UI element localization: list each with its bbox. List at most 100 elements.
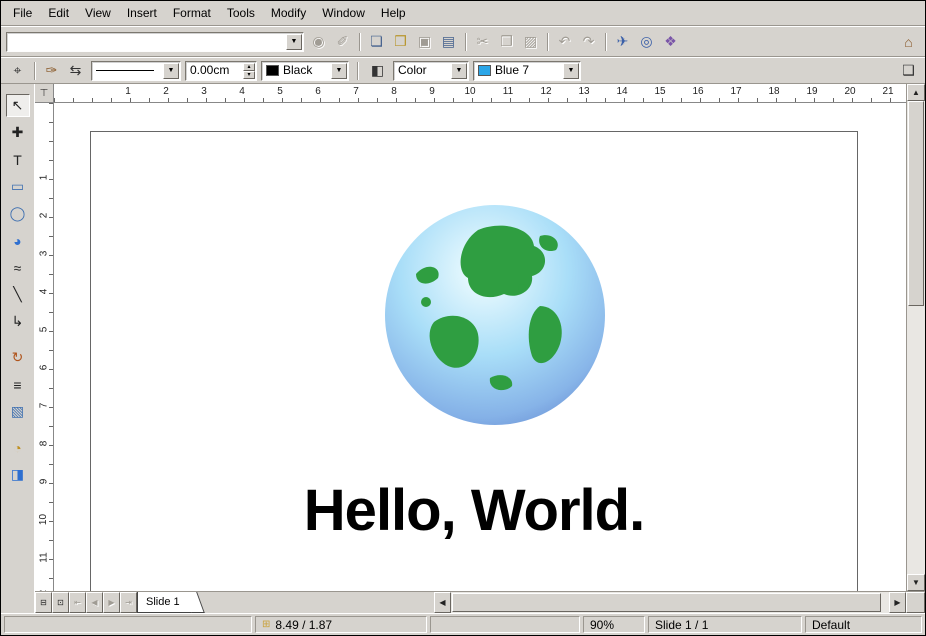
line-style-combo[interactable]: ▼ xyxy=(91,61,181,81)
line-style-preview xyxy=(96,70,154,71)
url-combo-value[interactable] xyxy=(7,33,285,51)
insert-tool[interactable]: ◔ xyxy=(6,436,30,459)
horizontal-scrollbar[interactable]: ◀ ▶ xyxy=(434,592,906,613)
line-icon[interactable]: ✑ xyxy=(40,60,63,82)
threed-objects-tool[interactable]: ◕ xyxy=(6,229,30,252)
status-position-value: 8.49 / 1.87 xyxy=(275,618,332,632)
menu-item-help[interactable]: Help xyxy=(373,3,414,23)
url-combo-dropdown-icon[interactable]: ▼ xyxy=(286,34,302,50)
scroll-left-icon[interactable]: ◀ xyxy=(434,592,451,613)
menu-item-edit[interactable]: Edit xyxy=(40,3,77,23)
ruler-number: 5 xyxy=(261,84,299,102)
split-view-horizontal-icon[interactable]: ⊟ xyxy=(35,592,52,613)
edit-points-tool[interactable]: ✚ xyxy=(6,121,30,144)
status-info-field xyxy=(4,616,252,633)
menu-item-format[interactable]: Format xyxy=(165,3,219,23)
scroll-up-icon[interactable]: ▲ xyxy=(907,84,925,101)
copy-icon: ❐ xyxy=(495,31,518,53)
split-view-vertical-icon[interactable]: ⊡ xyxy=(52,592,69,613)
new-document-icon[interactable]: ❏ xyxy=(365,31,388,53)
menu-item-modify[interactable]: Modify xyxy=(263,3,314,23)
gallery-icon[interactable]: ❖ xyxy=(659,31,682,53)
menu-item-file[interactable]: File xyxy=(5,3,40,23)
area-color-value: Blue 7 xyxy=(495,62,529,79)
select-tool[interactable]: ↖ xyxy=(6,94,30,117)
ellipse-tool[interactable]: ◯ xyxy=(6,202,30,225)
status-slide-field[interactable]: Slide 1 / 1 xyxy=(648,616,802,633)
edit-file-icon: ✐ xyxy=(331,31,354,53)
line-style-dropdown-icon[interactable]: ▼ xyxy=(163,63,179,79)
open-icon[interactable]: ❒ xyxy=(389,31,412,53)
line-width-input[interactable]: 0.00cm ▴ ▾ xyxy=(185,61,257,81)
slide-title-text[interactable]: Hello, World. xyxy=(90,477,858,544)
horizontal-scroll-thumb[interactable] xyxy=(452,593,881,612)
ruler-number: 3 xyxy=(185,84,223,102)
vertical-scrollbar[interactable]: ▲ ▼ xyxy=(906,84,925,591)
scroll-down-icon[interactable]: ▼ xyxy=(907,574,925,591)
home-icon[interactable]: ⌂ xyxy=(897,31,920,53)
slide-tab-bar: ⊟⊡ ⇤◀▶⇥ Slide 1 ◀ ▶ xyxy=(35,591,925,613)
area-style-icon[interactable]: ◧ xyxy=(366,60,389,82)
tab-slide-1[interactable]: Slide 1 xyxy=(137,592,196,613)
ruler-number: 7 xyxy=(337,84,375,102)
area-style-combo[interactable]: Color ▼ xyxy=(393,61,469,81)
arrow-style-icon[interactable]: ⇆ xyxy=(64,60,87,82)
menu-item-tools[interactable]: Tools xyxy=(219,3,263,23)
menu-item-insert[interactable]: Insert xyxy=(119,3,165,23)
status-bar: ⊞ 8.49 / 1.87 90% Slide 1 / 1 Default xyxy=(1,613,925,635)
status-zoom-field[interactable]: 90% xyxy=(583,616,645,633)
next-slide-icon: ▶ xyxy=(103,592,120,613)
connector-tool[interactable]: ↳ xyxy=(6,310,30,333)
separator xyxy=(353,60,362,82)
line-color-dropdown-icon[interactable]: ▼ xyxy=(331,63,347,79)
line-color-combo[interactable]: Black ▼ xyxy=(261,61,349,81)
line-width-value[interactable]: 0.00cm xyxy=(186,62,242,80)
horizontal-ruler[interactable]: 123456789101112131415161718192021 xyxy=(54,84,906,103)
vertical-scroll-thumb[interactable] xyxy=(908,101,924,306)
horizontal-scroll-track[interactable] xyxy=(451,592,889,613)
scrollbar-corner xyxy=(906,592,925,613)
vertical-ruler[interactable]: 123456789101112 xyxy=(35,103,54,591)
scroll-right-icon[interactable]: ▶ xyxy=(889,592,906,613)
text-tool[interactable]: T xyxy=(6,148,30,171)
slide-canvas[interactable]: Hello, World. xyxy=(54,103,906,591)
separator xyxy=(601,31,610,53)
edit-points-icon[interactable]: ⌖ xyxy=(6,60,29,82)
rectangle-tool[interactable]: ▭ xyxy=(6,175,30,198)
url-combo[interactable]: ▼ xyxy=(6,32,304,52)
status-position-field[interactable]: ⊞ 8.49 / 1.87 xyxy=(255,616,427,633)
print-icon[interactable]: ▤ xyxy=(437,31,460,53)
curve-tool[interactable]: ≈ xyxy=(6,256,30,279)
globe-image[interactable] xyxy=(382,202,608,428)
alignment-tool[interactable]: ≡ xyxy=(6,373,30,396)
line-width-up-icon[interactable]: ▴ xyxy=(243,63,255,71)
vertical-scroll-track[interactable] xyxy=(907,101,925,574)
ruler-number: 13 xyxy=(565,84,603,102)
ruler-number: 10 xyxy=(35,500,53,538)
drawing-toolbox: ↖ ✚ T ▭ ◯ ◕ ≈ ╲ ↳ ↻ ≡ ▧ ◔ ◨ xyxy=(1,84,35,613)
threed-controller-tool[interactable]: ◨ xyxy=(6,463,30,486)
shadow-icon[interactable]: ❑ xyxy=(897,60,920,82)
redo-icon: ↷ xyxy=(577,31,600,53)
ruler-number: 12 xyxy=(35,576,53,591)
line-width-down-icon[interactable]: ▾ xyxy=(243,71,255,79)
area-color-combo[interactable]: Blue 7 ▼ xyxy=(473,61,581,81)
separator xyxy=(355,31,364,53)
ruler-corner[interactable]: ⊤ xyxy=(35,84,54,103)
zoom-icon[interactable]: ◎ xyxy=(635,31,658,53)
ruler-number: 11 xyxy=(489,84,527,102)
ruler-number: 7 xyxy=(35,386,53,424)
navigator-icon[interactable]: ✈ xyxy=(611,31,634,53)
menu-item-view[interactable]: View xyxy=(77,3,119,23)
position-icon: ⊞ xyxy=(262,619,270,630)
arrange-tool[interactable]: ▧ xyxy=(6,400,30,423)
ruler-number: 12 xyxy=(527,84,565,102)
menu-item-window[interactable]: Window xyxy=(314,3,373,23)
area-style-value[interactable]: Color xyxy=(394,62,450,80)
lines-arrows-tool[interactable]: ╲ xyxy=(6,283,30,306)
area-style-dropdown-icon[interactable]: ▼ xyxy=(451,63,467,79)
rotate-tool[interactable]: ↻ xyxy=(6,346,30,369)
area-color-dropdown-icon[interactable]: ▼ xyxy=(563,63,579,79)
status-style-value: Default xyxy=(812,618,850,632)
status-style-field[interactable]: Default xyxy=(805,616,922,633)
